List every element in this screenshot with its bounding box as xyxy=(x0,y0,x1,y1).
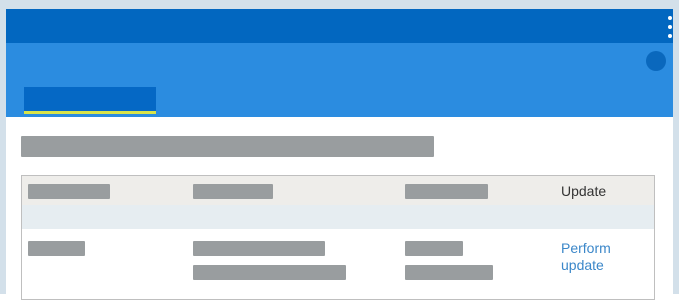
avatar[interactable] xyxy=(646,51,666,71)
menu-dot xyxy=(668,16,672,20)
app-bar xyxy=(6,9,673,43)
table-group-row xyxy=(22,205,654,229)
window-frame-right xyxy=(673,9,679,294)
cell-placeholder xyxy=(405,265,493,280)
column-header-placeholder xyxy=(193,184,273,199)
column-header-placeholder xyxy=(405,184,488,199)
cell-placeholder xyxy=(28,241,85,256)
cell-placeholder xyxy=(193,265,346,280)
perform-update-link[interactable]: Perform update xyxy=(561,240,631,274)
window-frame-top xyxy=(0,0,679,9)
column-header-placeholder xyxy=(28,184,110,199)
kebab-menu-icon[interactable] xyxy=(666,16,674,38)
column-header-update: Update xyxy=(561,183,607,199)
cell-placeholder xyxy=(193,241,325,256)
cell-placeholder xyxy=(405,241,463,256)
menu-dot xyxy=(668,34,672,38)
page-title-placeholder xyxy=(21,136,434,157)
menu-dot xyxy=(668,25,672,29)
tab-active[interactable] xyxy=(24,87,156,114)
table-header-row xyxy=(22,176,654,205)
